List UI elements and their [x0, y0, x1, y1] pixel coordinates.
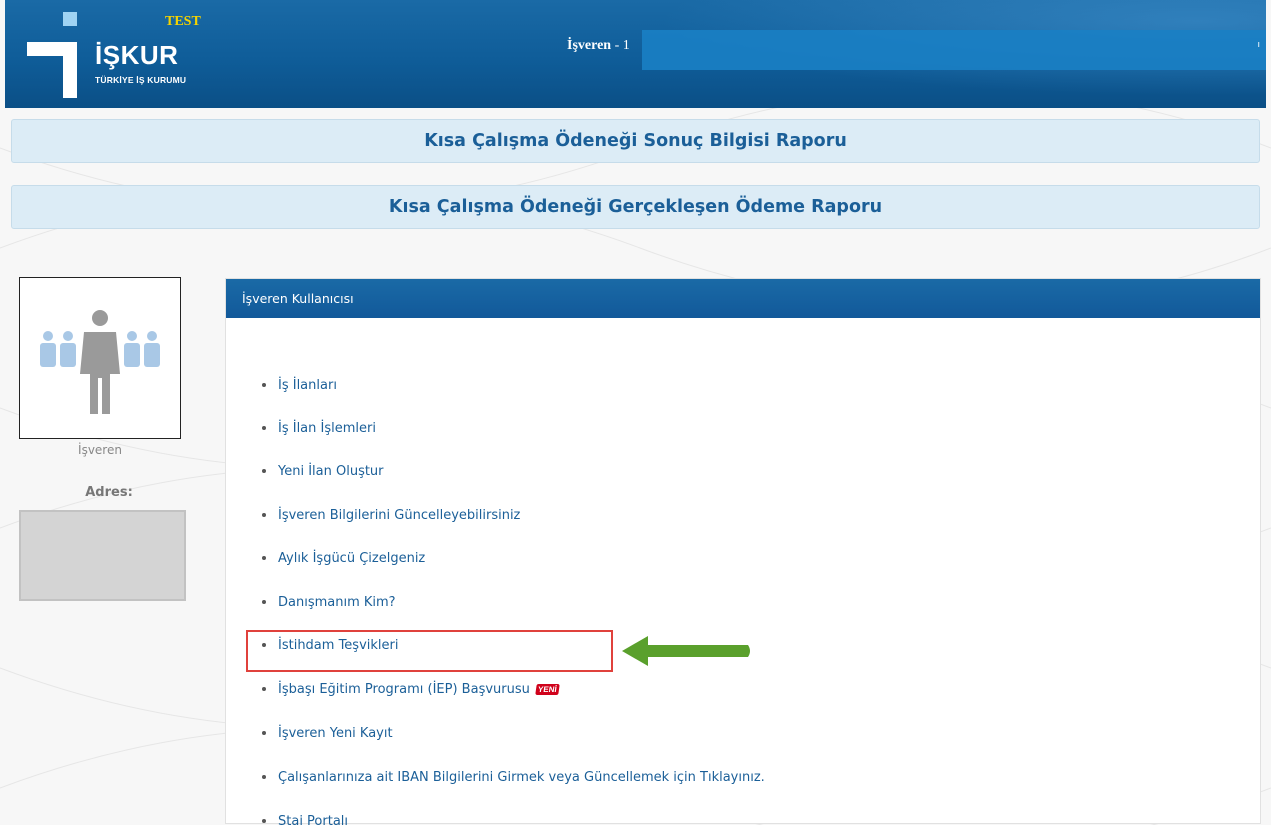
- highlight-box: [246, 630, 613, 672]
- menu-item-create-posting[interactable]: Yeni İlan Oluştur: [262, 461, 384, 481]
- menu-item-label: Danışmanım Kim?: [278, 594, 396, 610]
- redacted-employer-name: [642, 30, 1266, 70]
- avatar: [19, 277, 181, 439]
- menu-item-label: İşveren Yeni Kayıt: [278, 725, 393, 741]
- new-badge: YENİ: [535, 683, 560, 695]
- bullet-icon: [262, 600, 266, 604]
- logo-text: İŞKUR: [95, 40, 179, 70]
- menu-item-label: İşbaşı Eğitim Programı (İEP) Başvurusu: [278, 681, 530, 697]
- short-work-result-report-button[interactable]: Kısa Çalışma Ödeneği Sonuç Bilgisi Rapor…: [11, 119, 1260, 163]
- menu-title: İşveren Kullanıcısı: [226, 279, 1260, 318]
- employer-menu-panel: İşveren Kullanıcısı İş İlanları İş İlan …: [225, 278, 1261, 825]
- menu-item-monthly-workforce[interactable]: Aylık İşgücü Çizelgeniz: [262, 548, 425, 568]
- bullet-icon: [262, 383, 266, 387]
- menu-item-employer-new-registration[interactable]: İşveren Yeni Kayıt: [262, 723, 393, 743]
- menu-item-internship-portal[interactable]: Staj Portalı: [262, 811, 348, 825]
- bullet-icon: [262, 687, 266, 691]
- address-label: Adres:: [85, 485, 133, 500]
- business-group-icon: [40, 310, 160, 414]
- bullet-icon: [262, 819, 266, 823]
- menu-item-update-employer-info[interactable]: İşveren Bilgilerini Güncelleyebilirsiniz: [262, 505, 520, 525]
- redacted-address: [19, 510, 186, 601]
- employer-info: İşveren - 1: [567, 38, 630, 54]
- menu-item-label: Aylık İşgücü Çizelgeniz: [278, 550, 426, 566]
- short-work-payment-report-button[interactable]: Kısa Çalışma Ödeneği Gerçekleşen Ödeme R…: [11, 185, 1260, 229]
- menu-item-job-postings[interactable]: İş İlanları: [262, 375, 337, 395]
- bullet-icon: [262, 469, 266, 473]
- site-header: İŞKUR TÜRKİYE İŞ KURUMU TEST İşveren - 1…: [5, 0, 1266, 108]
- logo-subtitle: TÜRKİYE İŞ KURUMU: [95, 75, 187, 85]
- menu-item-label: İşveren Bilgilerini Güncelleyebilirsiniz: [278, 507, 521, 523]
- menu-item-my-consultant[interactable]: Danışmanım Kim?: [262, 592, 396, 612]
- iskur-logo-mark-icon: [27, 12, 77, 98]
- menu-item-label: Yeni İlan Oluştur: [278, 463, 384, 479]
- menu-item-iep-application[interactable]: İşbaşı Eğitim Programı (İEP) Başvurusu YE…: [262, 679, 560, 699]
- header-right-mark: ı: [1257, 40, 1260, 50]
- bullet-icon: [262, 775, 266, 779]
- bullet-icon: [262, 556, 266, 560]
- employer-id: - 1: [614, 38, 630, 53]
- employer-prefix: İşveren: [567, 38, 612, 53]
- menu-item-label: İş İlan İşlemleri: [278, 420, 376, 436]
- env-test-label: TEST: [165, 14, 201, 29]
- bullet-icon: [262, 513, 266, 517]
- menu-item-label: Çalışanlarınıza ait IBAN Bilgilerini Gir…: [278, 769, 765, 785]
- left-arrow-icon: [622, 636, 750, 666]
- menu-item-job-posting-operations[interactable]: İş İlan İşlemleri: [262, 418, 376, 438]
- bullet-icon: [262, 731, 266, 735]
- menu-item-label: Staj Portalı: [278, 813, 349, 825]
- bullet-icon: [262, 426, 266, 430]
- menu-item-label: İş İlanları: [278, 377, 337, 393]
- menu-item-iban-update[interactable]: Çalışanlarınıza ait IBAN Bilgilerini Gir…: [262, 767, 765, 787]
- profile-name: İşveren: [78, 443, 122, 457]
